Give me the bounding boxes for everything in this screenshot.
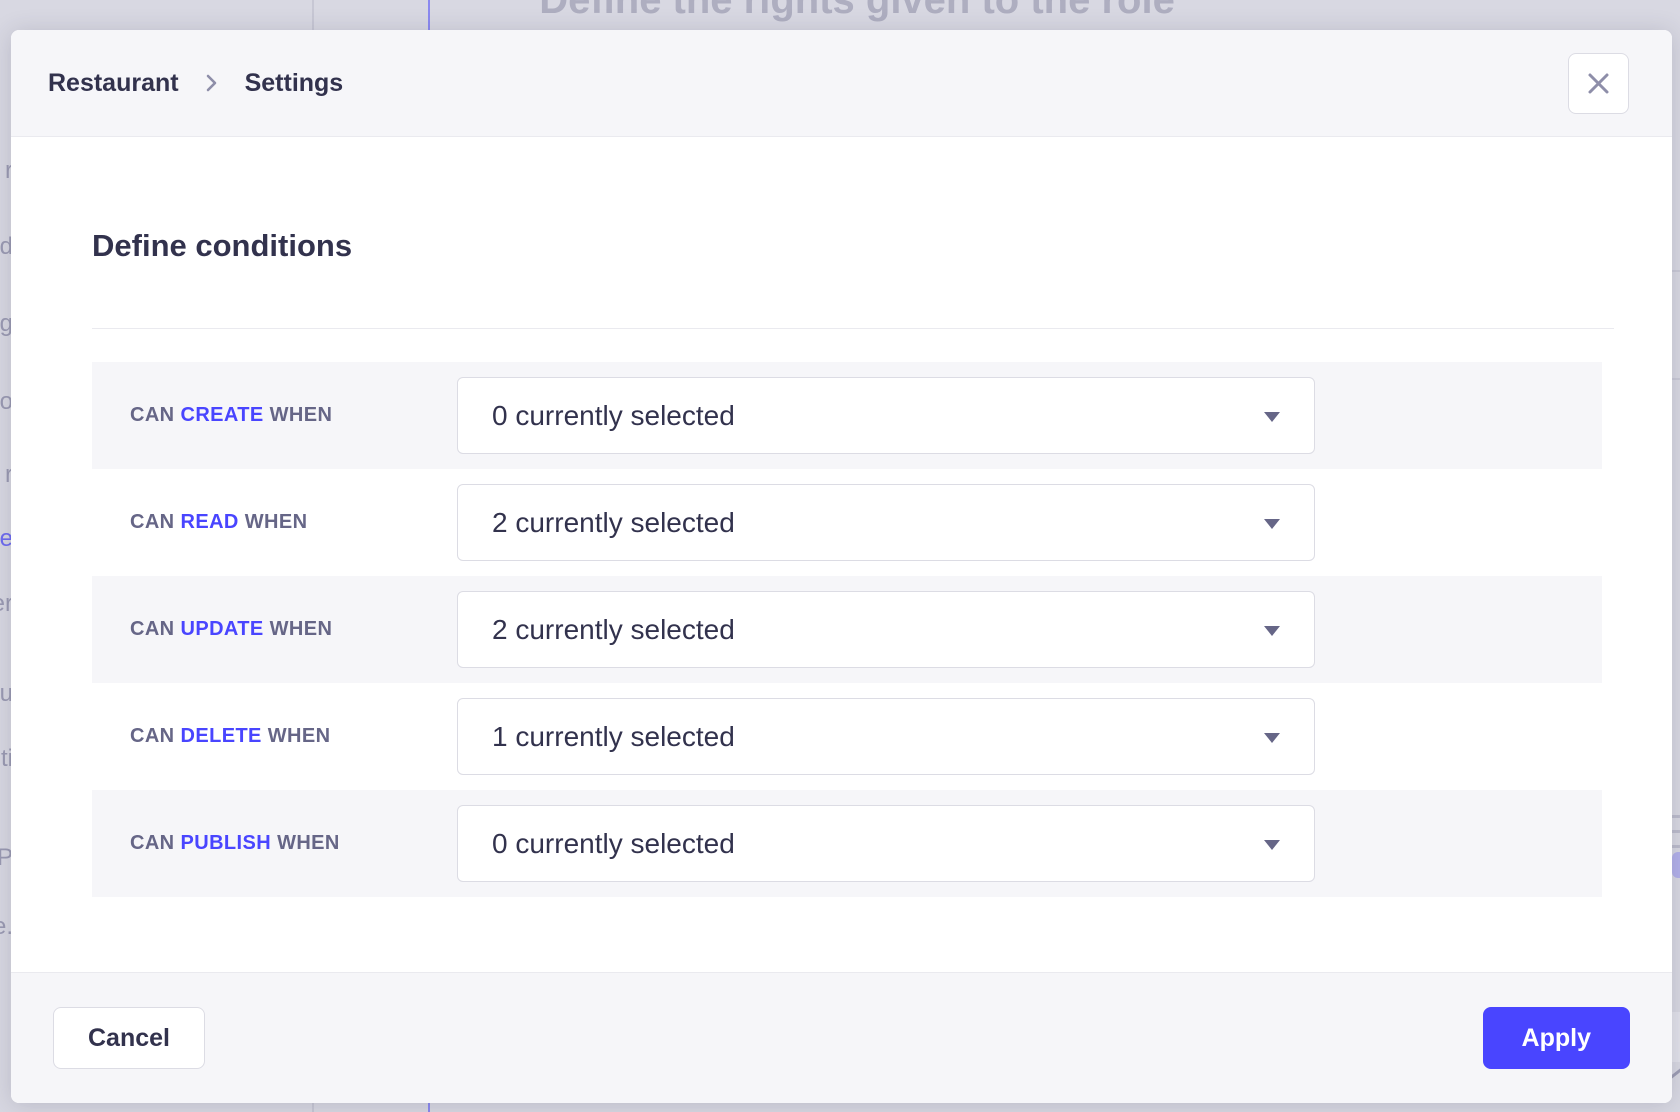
condition-row-read: CAN READ WHEN 2 currently selected <box>92 469 1602 576</box>
background-right-edge: p <box>1672 0 1680 1112</box>
modal-footer: Cancel Apply <box>11 972 1672 1103</box>
clipped-badge <box>1672 852 1680 878</box>
selected-value: 2 currently selected <box>492 507 735 539</box>
label-prefix: CAN <box>130 404 175 426</box>
clipped-text: u <box>0 681 11 707</box>
caret-down-icon <box>1264 519 1280 529</box>
close-button[interactable] <box>1568 53 1629 114</box>
clipped-text: o <box>0 389 11 415</box>
publish-conditions-select[interactable]: 0 currently selected <box>457 805 1315 882</box>
clipped-text-line <box>1672 815 1680 818</box>
label-action: UPDATE <box>181 618 264 640</box>
clipped-text: er <box>0 591 11 617</box>
label-action: DELETE <box>181 725 262 747</box>
modal-body: Define conditions CAN CREATE WHEN 0 curr… <box>11 138 1672 972</box>
clipped-text-line <box>1672 830 1680 833</box>
modal-header: Restaurant Settings <box>11 30 1672 137</box>
clipped-link-text: e <box>0 526 11 552</box>
condition-row-publish: CAN PUBLISH WHEN 0 currently selected <box>92 790 1602 897</box>
condition-label: CAN CREATE WHEN <box>92 404 457 427</box>
condition-label: CAN UPDATE WHEN <box>92 618 457 641</box>
label-prefix: CAN <box>130 832 175 854</box>
background-left-edge: r d g o r e er u ti P e. <box>0 0 11 1112</box>
label-suffix: WHEN <box>277 832 340 854</box>
breadcrumb-item-settings: Settings <box>245 69 344 98</box>
condition-row-delete: CAN DELETE WHEN 1 currently selected <box>92 683 1602 790</box>
define-conditions-modal: Restaurant Settings Define conditions CA… <box>11 30 1672 1103</box>
clipped-cell <box>1672 1012 1680 1062</box>
caret-down-icon <box>1264 733 1280 743</box>
label-suffix: WHEN <box>268 725 331 747</box>
label-prefix: CAN <box>130 725 175 747</box>
label-suffix: WHEN <box>270 618 333 640</box>
clipped-text-line <box>1672 845 1680 848</box>
update-conditions-select[interactable]: 2 currently selected <box>457 591 1315 668</box>
background-page-heading: Define the rights given to the role <box>539 0 1175 22</box>
clipped-divider <box>1672 270 1680 272</box>
selected-value: 2 currently selected <box>492 614 735 646</box>
selected-value: 1 currently selected <box>492 721 735 753</box>
modal-title: Define conditions <box>92 228 1672 264</box>
delete-conditions-select[interactable]: 1 currently selected <box>457 698 1315 775</box>
label-action: READ <box>181 511 239 533</box>
label-prefix: CAN <box>130 511 175 533</box>
clipped-text: ti <box>1 746 11 772</box>
breadcrumb-item-restaurant: Restaurant <box>48 69 179 98</box>
label-action: CREATE <box>181 404 264 426</box>
read-conditions-select[interactable]: 2 currently selected <box>457 484 1315 561</box>
clipped-text: g <box>0 311 11 337</box>
clipped-divider <box>1672 378 1680 380</box>
label-suffix: WHEN <box>245 511 308 533</box>
clipped-text: e. <box>0 914 11 940</box>
label-suffix: WHEN <box>270 404 333 426</box>
conditions-list: CAN CREATE WHEN 0 currently selected CAN… <box>92 362 1602 897</box>
clipped-text: d <box>0 234 11 260</box>
condition-label: CAN PUBLISH WHEN <box>92 832 457 855</box>
clipped-text: P <box>0 845 11 871</box>
close-icon <box>1585 70 1612 97</box>
label-prefix: CAN <box>130 618 175 640</box>
label-action: PUBLISH <box>181 832 272 854</box>
caret-down-icon <box>1264 412 1280 422</box>
cancel-button[interactable]: Cancel <box>53 1007 205 1069</box>
condition-row-create: CAN CREATE WHEN 0 currently selected <box>92 362 1602 469</box>
condition-row-update: CAN UPDATE WHEN 2 currently selected <box>92 576 1602 683</box>
selected-value: 0 currently selected <box>492 828 735 860</box>
selected-value: 0 currently selected <box>492 400 735 432</box>
clipped-check-stroke <box>1672 1067 1680 1079</box>
condition-label: CAN DELETE WHEN <box>92 725 457 748</box>
caret-down-icon <box>1264 840 1280 850</box>
create-conditions-select[interactable]: 0 currently selected <box>457 377 1315 454</box>
breadcrumb: Restaurant Settings <box>48 69 343 98</box>
condition-label: CAN READ WHEN <box>92 511 457 534</box>
chevron-right-icon <box>203 70 221 96</box>
title-divider <box>92 328 1614 329</box>
caret-down-icon <box>1264 626 1280 636</box>
apply-button[interactable]: Apply <box>1483 1007 1630 1069</box>
